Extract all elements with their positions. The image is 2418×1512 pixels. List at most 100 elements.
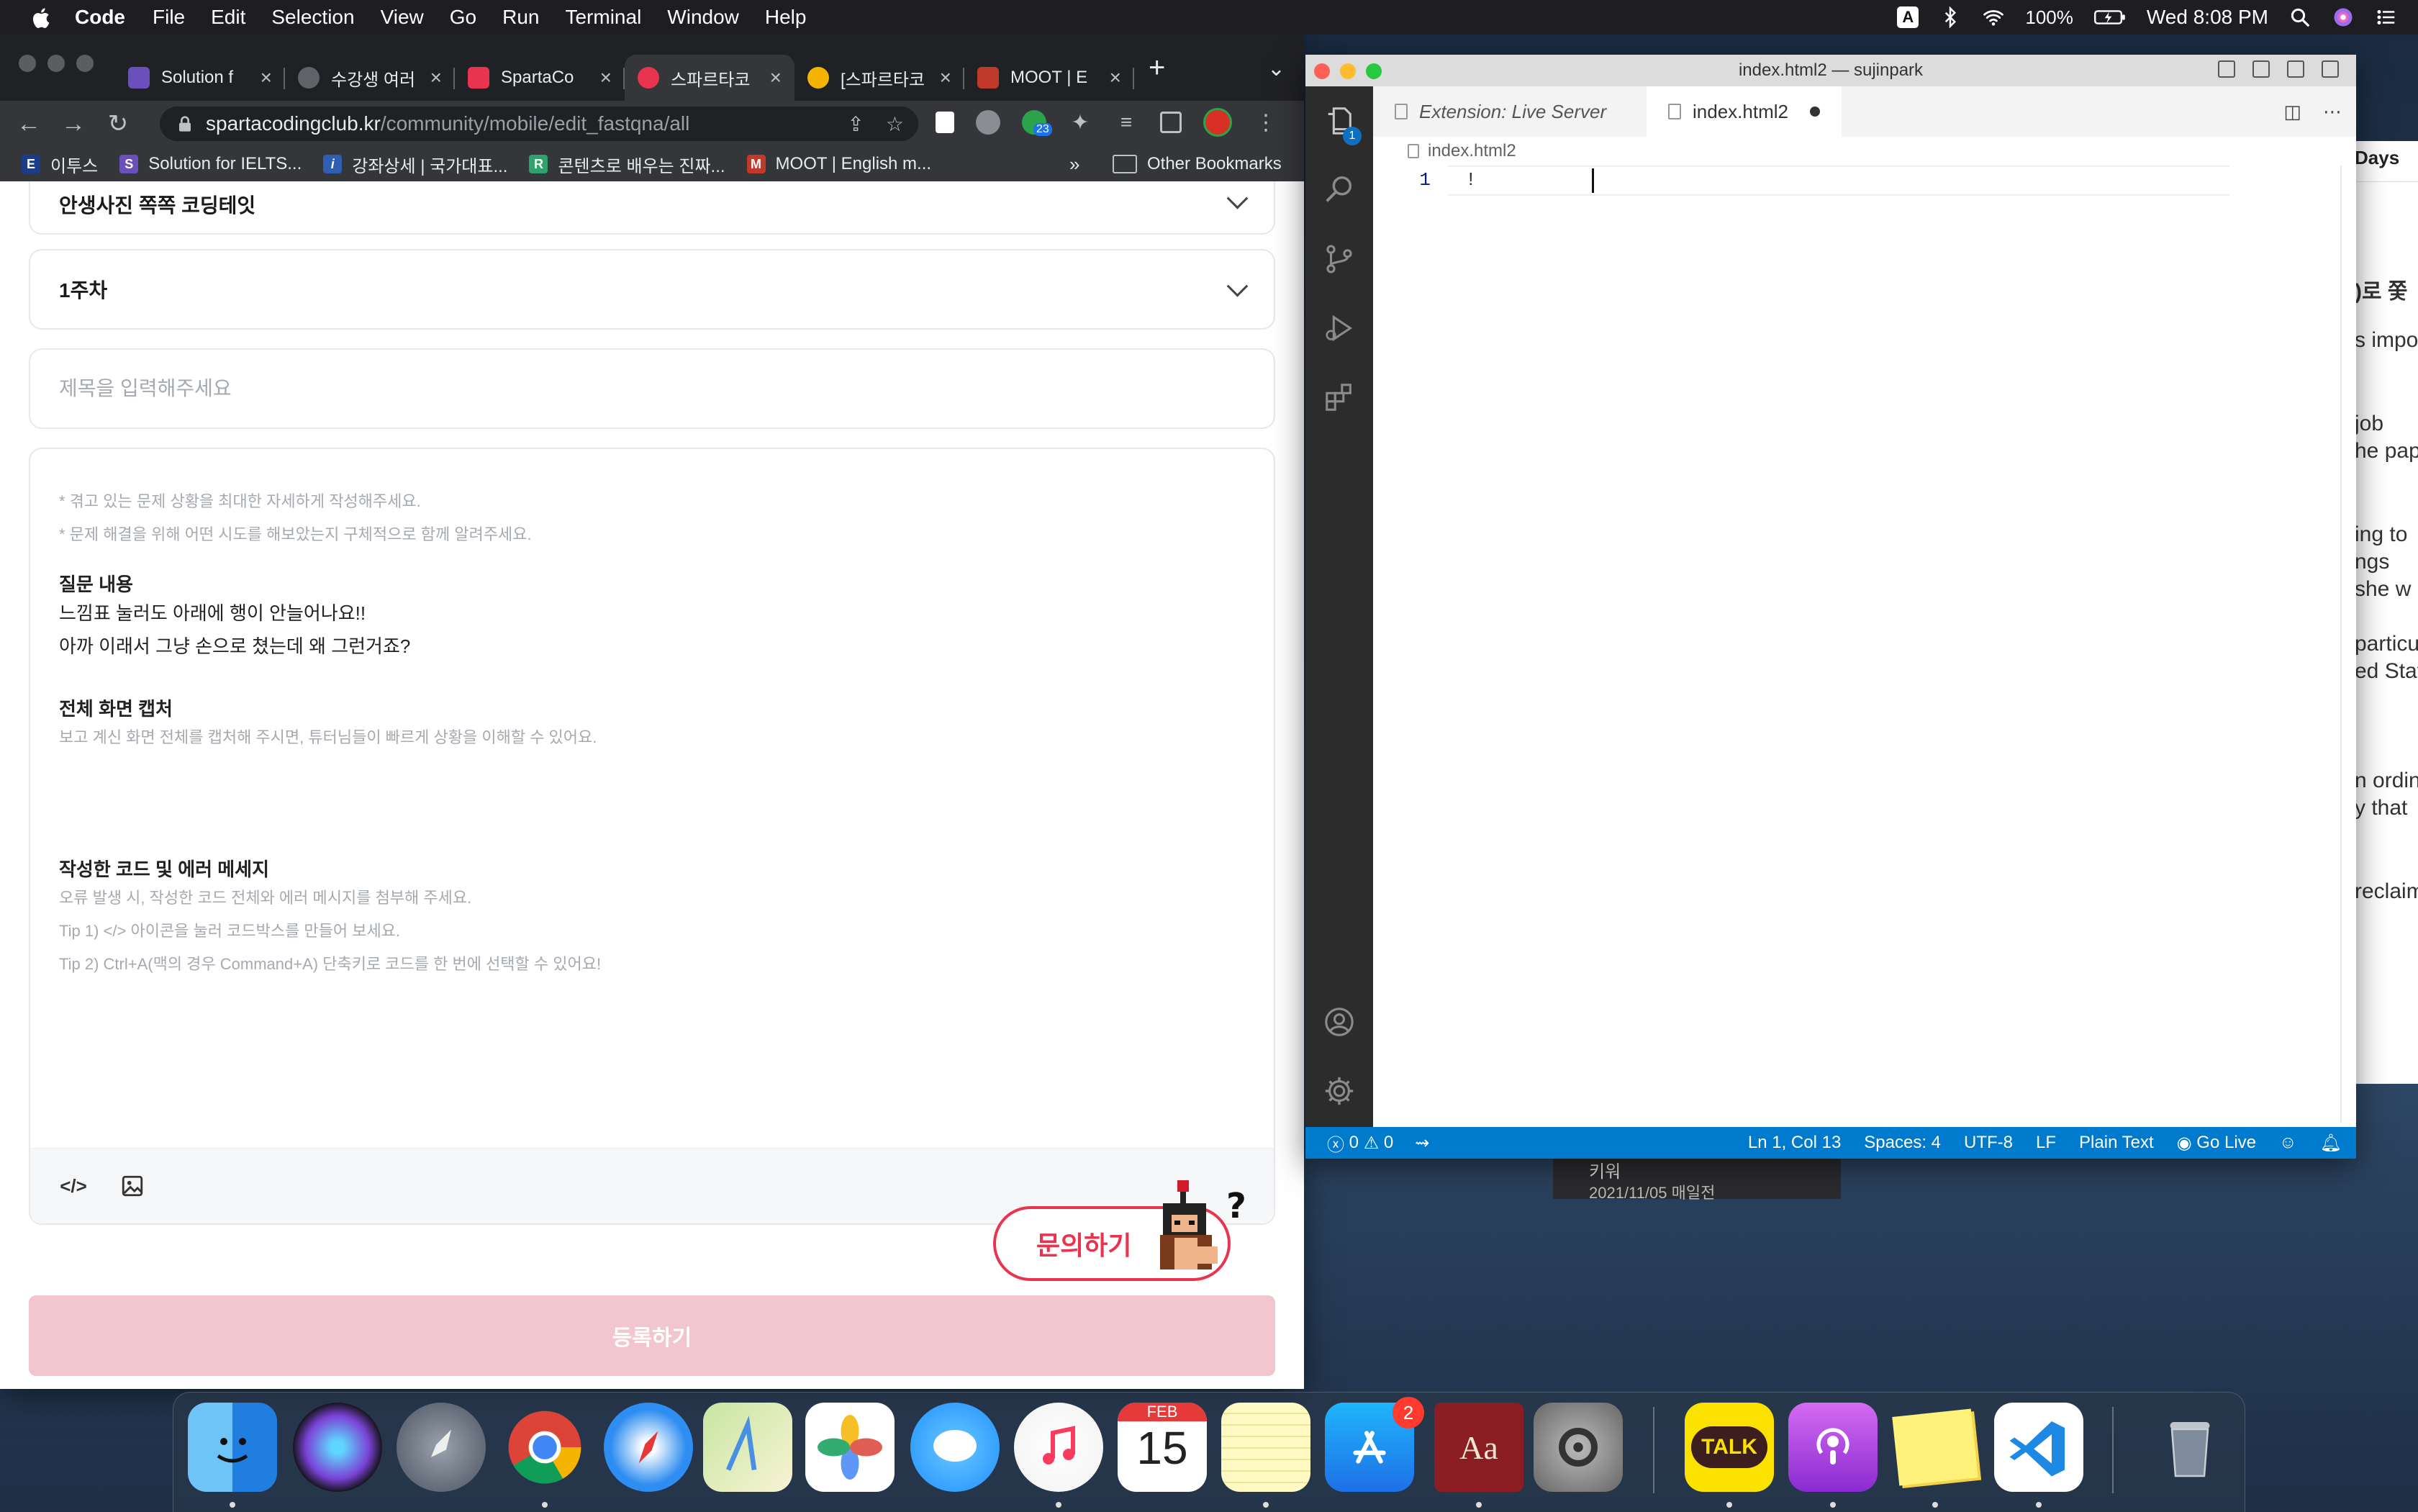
address-bar[interactable]: spartacodingclub.kr/community/mobile/edi… <box>160 107 918 141</box>
tab-close-icon[interactable]: × <box>770 66 782 89</box>
calendar-icon[interactable]: FEB 15 <box>1118 1403 1207 1492</box>
menu-terminal[interactable]: Terminal <box>565 6 641 29</box>
menu-file[interactable]: File <box>153 6 185 29</box>
language-mode[interactable]: Plain Text <box>2079 1133 2154 1153</box>
new-tab-button[interactable]: + <box>1149 52 1165 84</box>
image-upload-icon[interactable] <box>117 1170 148 1202</box>
siri-dock-icon[interactable] <box>293 1403 382 1492</box>
breadcrumb[interactable]: index.html2 <box>1373 137 2356 166</box>
close-window-button[interactable] <box>1314 63 1330 79</box>
chrome-icon[interactable] <box>500 1403 589 1492</box>
safari-compass-icon[interactable] <box>604 1403 693 1492</box>
menu-help[interactable]: Help <box>765 6 807 29</box>
notifications-bell-icon[interactable]: 🔔︎ <box>2320 1133 2342 1154</box>
menu-window[interactable]: Window <box>667 6 739 29</box>
launchpad-rocket-icon[interactable] <box>397 1403 486 1492</box>
extensions-icon[interactable] <box>1305 363 1373 432</box>
menu-edit[interactable]: Edit <box>211 6 245 29</box>
finder-icon[interactable] <box>188 1403 277 1492</box>
zoom-window-button[interactable] <box>76 55 94 72</box>
kakaotalk-icon[interactable]: TALK <box>1685 1403 1774 1492</box>
reload-button[interactable]: ↻ <box>102 108 134 140</box>
bookmark-item[interactable]: S Solution for IELTS... <box>119 154 302 174</box>
tab-close-icon[interactable]: × <box>430 66 442 89</box>
menu-run[interactable]: Run <box>502 6 539 29</box>
go-live-button[interactable]: ◉ Go Live <box>2177 1133 2256 1154</box>
system-preferences-gear-icon[interactable] <box>1534 1403 1623 1492</box>
browser-tab[interactable]: [스파르타코 × <box>794 55 964 101</box>
title-input[interactable] <box>30 377 1274 400</box>
menu-view[interactable]: View <box>381 6 424 29</box>
share-icon[interactable]: ⇪ <box>847 112 864 136</box>
toggle-sidebar-icon[interactable] <box>2218 60 2235 78</box>
toggle-secondary-sidebar-icon[interactable] <box>2287 60 2304 78</box>
clock[interactable]: Wed 8:08 PM <box>2147 6 2268 29</box>
end-of-line[interactable]: LF <box>2036 1133 2056 1153</box>
cursor-position[interactable]: Ln 1, Col 13 <box>1748 1133 1841 1153</box>
siri-icon[interactable] <box>2332 6 2355 29</box>
podcasts-icon[interactable] <box>1788 1403 1878 1492</box>
explorer-icon[interactable]: 1 <box>1305 86 1373 155</box>
browser-tab[interactable]: Solution f × <box>115 55 285 101</box>
bookmark-star-icon[interactable]: ☆ <box>886 112 904 136</box>
bookmark-item[interactable]: E 이투스 <box>22 152 98 177</box>
other-bookmarks-folder[interactable]: Other Bookmarks <box>1113 154 1282 174</box>
accounts-icon[interactable] <box>1305 987 1373 1056</box>
extension-doc-icon[interactable] <box>936 112 954 133</box>
code-line[interactable]: 1 ! <box>1373 166 2356 196</box>
week-select[interactable]: 1주차 <box>29 249 1275 330</box>
tab-close-icon[interactable]: × <box>261 66 272 89</box>
customize-layout-icon[interactable] <box>2322 60 2339 78</box>
minimize-window-button[interactable] <box>1340 63 1356 79</box>
tab-extension-live-server[interactable]: Extension: Live Server <box>1373 86 1647 137</box>
side-panel-icon[interactable] <box>1160 112 1182 133</box>
extension-globe-icon[interactable] <box>976 110 1000 135</box>
trash-icon[interactable] <box>2145 1403 2234 1492</box>
stickies-icon[interactable] <box>1891 1403 1980 1492</box>
menu-go[interactable]: Go <box>450 6 476 29</box>
live-share-icon[interactable]: ⇝ <box>1415 1133 1429 1154</box>
chrome-menu-icon[interactable]: ⋮ <box>1254 110 1278 135</box>
input-source-icon[interactable]: A <box>1897 6 1919 28</box>
spartan-mascot-icon[interactable]: ? <box>1154 1180 1267 1281</box>
maps-icon[interactable] <box>703 1403 792 1492</box>
photos-icon[interactable] <box>805 1403 895 1492</box>
spotlight-search-icon[interactable] <box>2288 6 2311 29</box>
bookmarks-overflow-button[interactable]: » <box>1069 153 1079 176</box>
indentation[interactable]: Spaces: 4 <box>1864 1133 1941 1153</box>
zoom-window-button[interactable] <box>1366 63 1382 79</box>
extension-grammar-icon[interactable]: 23 <box>1022 110 1052 136</box>
title-field[interactable] <box>29 348 1275 429</box>
profile-avatar[interactable] <box>1203 108 1232 137</box>
battery-percent[interactable]: 100% <box>2025 6 2073 29</box>
browser-tab-active[interactable]: 스파르타코 × <box>625 55 794 101</box>
toggle-panel-icon[interactable] <box>2252 60 2270 78</box>
bookmark-item[interactable]: R 콘텐츠로 배우는 진짜... <box>529 152 725 177</box>
apple-menu-icon[interactable] <box>30 6 50 28</box>
feedback-icon[interactable]: ☺ <box>2279 1133 2297 1153</box>
code-block-icon[interactable]: </> <box>58 1170 89 1202</box>
wifi-icon[interactable] <box>1982 6 2005 29</box>
bookmark-item[interactable]: i 강좌상세 | 국가대표... <box>323 152 507 177</box>
problems-indicator[interactable]: ⓧ 0 ⚠ 0 <box>1327 1131 1393 1156</box>
tab-index-html2[interactable]: index.html2 <box>1647 86 1842 137</box>
bookmark-item[interactable]: M MOOT | English m... <box>746 154 931 174</box>
submit-button[interactable]: 등록하기 <box>29 1295 1275 1376</box>
tab-close-icon[interactable]: × <box>600 66 612 89</box>
browser-tab[interactable]: MOOT | E × <box>964 55 1134 101</box>
tab-close-icon[interactable]: × <box>940 66 951 89</box>
course-select[interactable]: 안생사진 쪽쪽 코딩테잇 <box>29 181 1275 235</box>
messages-bubble-icon[interactable] <box>910 1403 1000 1492</box>
battery-icon[interactable] <box>2093 6 2127 29</box>
browser-tab[interactable]: 수강생 여러 × <box>285 55 455 101</box>
settings-gear-icon[interactable] <box>1305 1056 1373 1126</box>
minimize-window-button[interactable] <box>47 55 65 72</box>
source-control-icon[interactable] <box>1305 225 1373 294</box>
forward-button[interactable]: → <box>58 108 89 140</box>
close-window-button[interactable] <box>19 55 36 72</box>
dictionary-icon[interactable]: Aa <box>1434 1403 1523 1492</box>
control-center-icon[interactable] <box>2375 6 2398 29</box>
run-debug-icon[interactable] <box>1305 294 1373 363</box>
vscode-icon[interactable] <box>1994 1403 2083 1492</box>
tab-search-chevron-icon[interactable]: ⌄ <box>1267 56 1285 81</box>
